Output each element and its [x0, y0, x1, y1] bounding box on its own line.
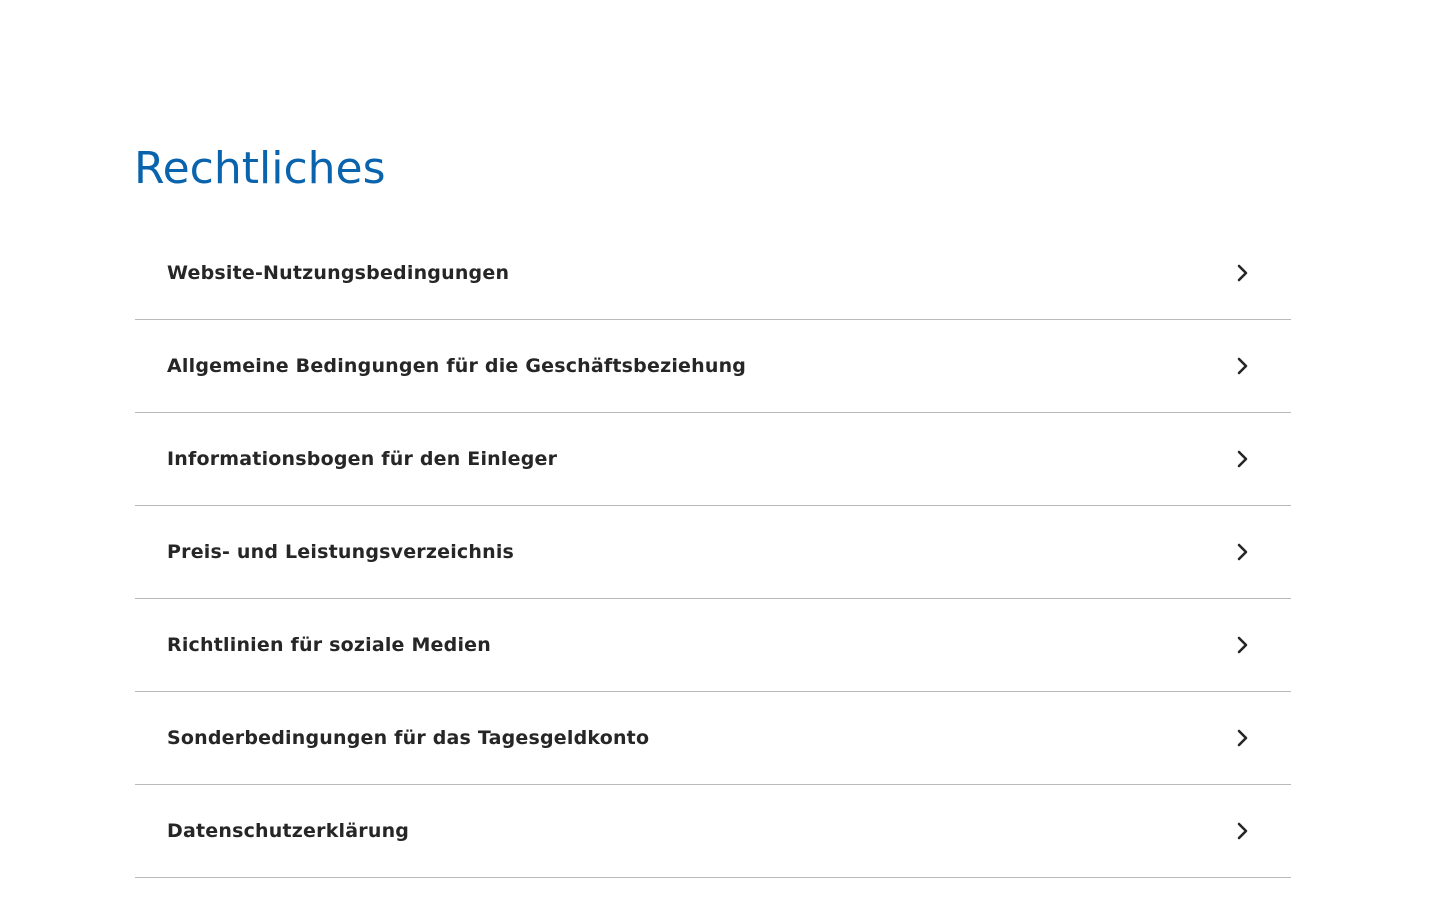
- legal-link-price-list[interactable]: Preis- und Leistungsverzeichnis: [135, 506, 1291, 599]
- chevron-right-icon: [1235, 635, 1251, 655]
- legal-link-label: Datenschutzerklärung: [167, 820, 410, 842]
- chevron-right-icon: [1235, 263, 1251, 283]
- legal-link-savings-account-terms[interactable]: Sonderbedingungen für das Tagesgeldkonto: [135, 692, 1291, 785]
- chevron-right-icon: [1235, 542, 1251, 562]
- page-title: Rechtliches: [134, 143, 386, 194]
- legal-links-list: Website-Nutzungsbedingungen Allgemeine B…: [135, 227, 1291, 878]
- legal-link-website-terms[interactable]: Website-Nutzungsbedingungen: [135, 227, 1291, 320]
- legal-link-depositor-info[interactable]: Informationsbogen für den Einleger: [135, 413, 1291, 506]
- legal-link-label: Preis- und Leistungsverzeichnis: [167, 541, 515, 563]
- chevron-right-icon: [1235, 821, 1251, 841]
- legal-link-label: Allgemeine Bedingungen für die Geschäfts…: [167, 355, 747, 377]
- legal-link-label: Informationsbogen für den Einleger: [167, 448, 558, 470]
- chevron-right-icon: [1235, 449, 1251, 469]
- chevron-right-icon: [1235, 728, 1251, 748]
- legal-link-label: Richtlinien für soziale Medien: [167, 634, 491, 656]
- legal-link-general-terms[interactable]: Allgemeine Bedingungen für die Geschäfts…: [135, 320, 1291, 413]
- legal-page: Rechtliches Website-Nutzungsbedingungen …: [0, 0, 1440, 900]
- legal-link-label: Website-Nutzungsbedingungen: [167, 262, 510, 284]
- legal-link-social-media-guidelines[interactable]: Richtlinien für soziale Medien: [135, 599, 1291, 692]
- chevron-right-icon: [1235, 356, 1251, 376]
- legal-link-privacy-policy[interactable]: Datenschutzerklärung: [135, 785, 1291, 878]
- legal-link-label: Sonderbedingungen für das Tagesgeldkonto: [167, 727, 650, 749]
